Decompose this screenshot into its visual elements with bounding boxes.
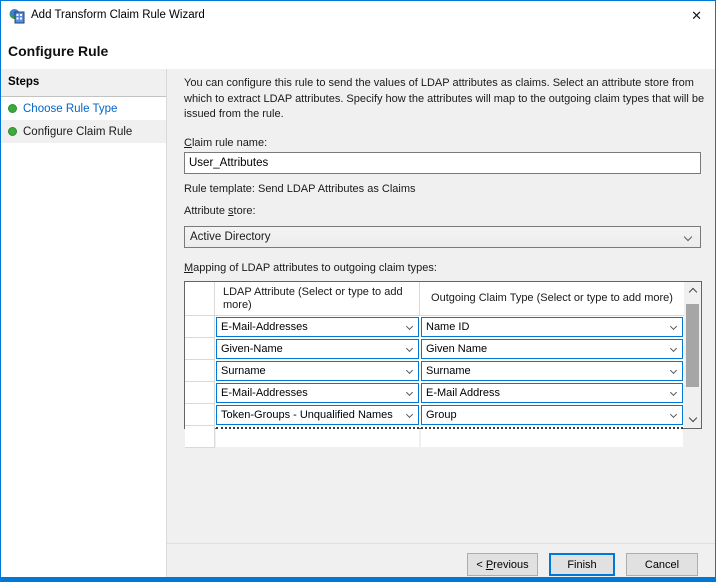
steps-sidebar: Steps Choose Rule Type Configure Claim R… bbox=[1, 69, 167, 577]
attribute-store-select[interactable]: Active Directory bbox=[184, 226, 701, 248]
scroll-down-icon[interactable] bbox=[684, 411, 701, 428]
ldap-attribute-select[interactable]: E-Mail-Addresses bbox=[216, 383, 419, 403]
previous-button[interactable]: < Previous bbox=[467, 553, 538, 576]
chevron-down-icon bbox=[670, 345, 677, 352]
table-header-row: LDAP Attribute (Select or type to add mo… bbox=[185, 282, 684, 316]
table-row: Surname Surname bbox=[185, 360, 684, 382]
row-selector[interactable] bbox=[185, 382, 215, 404]
step-label: Configure Claim Rule bbox=[23, 126, 132, 138]
table-row: E-Mail-Addresses E-Mail Address bbox=[185, 382, 684, 404]
row-selector[interactable] bbox=[185, 316, 215, 338]
chevron-down-icon bbox=[406, 389, 413, 396]
outgoing-claim-select[interactable]: E-Mail Address bbox=[421, 383, 683, 403]
row-selector bbox=[185, 426, 215, 448]
ldap-attribute-select[interactable]: E-Mail-Addresses bbox=[216, 317, 419, 337]
chevron-down-icon bbox=[670, 367, 677, 374]
claim-rule-name-label: Claim rule name: bbox=[184, 137, 267, 149]
steps-heading: Steps bbox=[1, 69, 166, 97]
mapping-table: LDAP Attribute (Select or type to add mo… bbox=[184, 281, 702, 429]
chevron-down-icon bbox=[406, 367, 413, 374]
rule-template-text: Rule template: Send LDAP Attributes as C… bbox=[184, 183, 416, 195]
table-row: E-Mail-Addresses Name ID bbox=[185, 316, 684, 338]
finish-button[interactable]: Finish bbox=[549, 553, 615, 576]
outgoing-claim-select[interactable]: Surname bbox=[421, 361, 683, 381]
outgoing-claim-select bbox=[421, 427, 683, 447]
outgoing-claim-select[interactable]: Name ID bbox=[421, 317, 683, 337]
step-complete-icon bbox=[8, 104, 17, 113]
cancel-button[interactable]: Cancel bbox=[626, 553, 698, 576]
outgoing-claim-column-header: Outgoing Claim Type (Select or type to a… bbox=[420, 282, 684, 315]
scrollbar-thumb[interactable] bbox=[686, 304, 699, 387]
scroll-up-icon[interactable] bbox=[684, 282, 701, 299]
close-icon[interactable]: ✕ bbox=[691, 8, 702, 24]
chevron-down-icon bbox=[670, 389, 677, 396]
ldap-attribute-column-header: LDAP Attribute (Select or type to add mo… bbox=[215, 282, 420, 315]
row-selector-header bbox=[185, 282, 215, 315]
row-selector[interactable] bbox=[185, 360, 215, 382]
sidebar-item-configure-claim-rule[interactable]: Configure Claim Rule bbox=[1, 120, 166, 143]
ldap-attribute-select bbox=[216, 427, 419, 447]
attribute-store-value: Active Directory bbox=[190, 231, 271, 243]
attribute-store-label: Attribute store: bbox=[184, 205, 256, 217]
outgoing-claim-select[interactable]: Given Name bbox=[421, 339, 683, 359]
chevron-down-icon bbox=[670, 411, 677, 418]
page-title: Configure Rule bbox=[8, 43, 108, 59]
content-panel: You can configure this rule to send the … bbox=[167, 69, 715, 577]
chevron-down-icon bbox=[406, 411, 413, 418]
row-selector[interactable] bbox=[185, 338, 215, 360]
page-header: Configure Rule bbox=[1, 31, 715, 69]
table-row: Token-Groups - Unqualified Names Group bbox=[185, 404, 684, 426]
wizard-window: Add Transform Claim Rule Wizard ✕ Config… bbox=[0, 0, 716, 582]
table-row: Given-Name Given Name bbox=[185, 338, 684, 360]
footer-divider bbox=[167, 543, 715, 544]
claim-rule-name-input[interactable] bbox=[184, 152, 701, 174]
mapping-label: Mapping of LDAP attributes to outgoing c… bbox=[184, 262, 437, 274]
row-selector[interactable] bbox=[185, 404, 215, 426]
sidebar-item-choose-rule-type[interactable]: Choose Rule Type bbox=[1, 97, 166, 120]
chevron-down-icon bbox=[670, 323, 677, 330]
table-scrollbar[interactable] bbox=[684, 282, 701, 428]
window-accent-border bbox=[1, 577, 715, 581]
chevron-down-icon bbox=[406, 345, 413, 352]
chevron-down-icon bbox=[684, 233, 692, 241]
outgoing-claim-select[interactable]: Group bbox=[421, 405, 683, 425]
chevron-down-icon bbox=[406, 323, 413, 330]
step-complete-icon bbox=[8, 127, 17, 136]
window-title: Add Transform Claim Rule Wizard bbox=[31, 9, 205, 21]
rule-description: You can configure this rule to send the … bbox=[184, 76, 708, 123]
ldap-attribute-select[interactable]: Token-Groups - Unqualified Names bbox=[216, 405, 419, 425]
step-label: Choose Rule Type bbox=[23, 103, 117, 115]
wizard-icon bbox=[9, 8, 25, 24]
table-new-row-partial bbox=[185, 426, 684, 448]
title-bar: Add Transform Claim Rule Wizard ✕ bbox=[1, 1, 715, 31]
ldap-attribute-select[interactable]: Given-Name bbox=[216, 339, 419, 359]
ldap-attribute-select[interactable]: Surname bbox=[216, 361, 419, 381]
